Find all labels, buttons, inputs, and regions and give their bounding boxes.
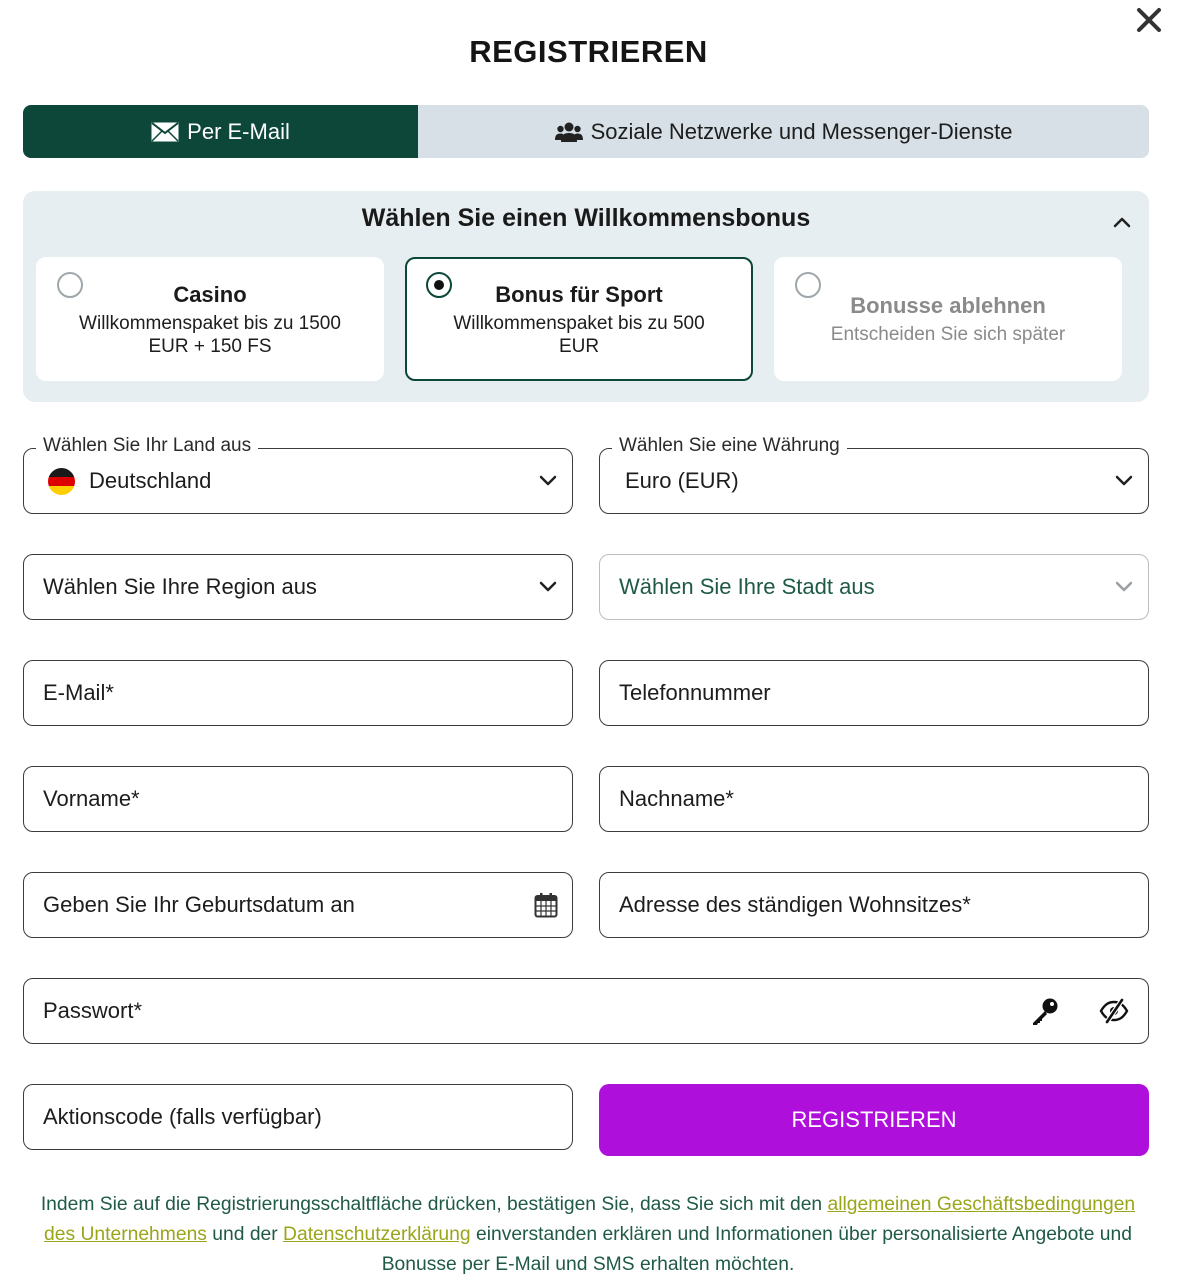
city-placeholder: Wählen Sie Ihre Stadt aus	[619, 574, 875, 599]
radio-sport[interactable]	[426, 272, 452, 298]
tab-email-label: Per E-Mail	[187, 118, 290, 144]
bonus-option-subtitle: Entscheiden Sie sich später	[830, 324, 1066, 345]
register-button[interactable]: REGISTRIEREN	[599, 1084, 1149, 1156]
email-placeholder: E-Mail*	[43, 680, 114, 705]
germany-flag-icon	[48, 467, 75, 495]
tab-social[interactable]: Soziale Netzwerke und Messenger-Dienste	[418, 105, 1149, 158]
tab-social-label: Soziale Netzwerke und Messenger-Dienste	[590, 118, 1013, 144]
first-name-placeholder: Vorname*	[43, 786, 140, 811]
promo-code-placeholder: Aktionscode (falls verfügbar)	[43, 1104, 322, 1129]
first-name-field[interactable]: Vorname*	[23, 766, 573, 832]
legal-text-part3: einverstanden erklären und Informationen…	[381, 1224, 1132, 1275]
address-placeholder: Adresse des ständigen Wohnsitzes*	[619, 892, 971, 917]
registration-method-tabs: Per E-Mail Soziale Netzwerke und Messeng…	[23, 105, 1149, 158]
bonus-option-title: Casino	[173, 282, 247, 307]
birthdate-field[interactable]: Geben Sie Ihr Geburtsdatum an	[23, 872, 573, 938]
chevron-down-icon	[1113, 576, 1135, 598]
phone-field[interactable]: Telefonnummer	[599, 660, 1149, 726]
legal-text-part2: und der	[206, 1224, 284, 1245]
last-name-field[interactable]: Nachname*	[599, 766, 1149, 832]
collapse-bonus-button[interactable]	[1109, 209, 1135, 235]
legal-notice: Indem Sie auf die Registrierungsschaltfl…	[23, 1190, 1153, 1280]
radio-decline[interactable]	[795, 272, 821, 298]
privacy-link[interactable]: Datenschutzerklärung	[283, 1224, 471, 1245]
bonus-option-title: Bonus für Sport	[495, 282, 663, 307]
bonus-option-subtitle: Willkommenspaket bis zu 500 EUR	[453, 313, 705, 357]
bonus-option-title: Bonusse ablehnen	[850, 293, 1046, 318]
close-button[interactable]	[1129, 2, 1169, 38]
page-title: REGISTRIEREN	[469, 34, 708, 69]
currency-label: Wählen Sie eine Währung	[612, 435, 847, 457]
country-label: Wählen Sie Ihr Land aus	[36, 435, 259, 457]
eye-slash-icon[interactable]	[1098, 998, 1130, 1024]
chevron-up-icon	[1113, 217, 1131, 228]
key-icon[interactable]	[1030, 996, 1060, 1026]
chevron-down-icon	[537, 576, 559, 598]
radio-selected-dot	[434, 280, 444, 290]
city-select[interactable]: Wählen Sie Ihre Stadt aus	[599, 554, 1149, 620]
bonus-option-casino[interactable]: Casino Willkommenspaket bis zu 1500 EUR …	[36, 257, 384, 381]
currency-select[interactable]: Wählen Sie eine Währung Euro (EUR)	[599, 435, 1149, 514]
birthdate-placeholder: Geben Sie Ihr Geburtsdatum an	[43, 892, 355, 917]
country-select[interactable]: Wählen Sie Ihr Land aus Deutschland	[23, 435, 573, 514]
region-placeholder: Wählen Sie Ihre Region aus	[43, 574, 317, 599]
last-name-placeholder: Nachname*	[619, 786, 734, 811]
calendar-icon[interactable]	[534, 892, 558, 918]
bonus-option-sport[interactable]: Bonus für Sport Willkommenspaket bis zu …	[405, 257, 753, 381]
region-select[interactable]: Wählen Sie Ihre Region aus	[23, 554, 573, 620]
promo-code-field[interactable]: Aktionscode (falls verfügbar)	[23, 1084, 573, 1150]
chevron-down-icon	[1113, 470, 1135, 492]
radio-casino[interactable]	[57, 272, 83, 298]
country-value: Deutschland	[89, 468, 212, 493]
phone-placeholder: Telefonnummer	[619, 680, 771, 705]
bonus-option-subtitle: Willkommenspaket bis zu 1500 EUR + 150 F…	[79, 313, 341, 357]
currency-value: Euro (EUR)	[625, 468, 739, 493]
tab-email[interactable]: Per E-Mail	[23, 105, 418, 158]
users-icon	[554, 122, 583, 142]
welcome-bonus-panel: Wählen Sie einen Willkommensbonus Casino…	[23, 191, 1149, 402]
bonus-option-decline[interactable]: Bonusse ablehnen Entscheiden Sie sich sp…	[774, 257, 1122, 381]
close-icon	[1137, 8, 1161, 32]
legal-text-part1: Indem Sie auf die Registrierungsschaltfl…	[40, 1194, 828, 1215]
password-placeholder: Passwort*	[43, 998, 143, 1023]
chevron-down-icon	[537, 470, 559, 492]
envelope-icon	[151, 121, 179, 142]
welcome-bonus-title: Wählen Sie einen Willkommensbonus	[361, 204, 811, 232]
password-field[interactable]: Passwort*	[23, 978, 1149, 1044]
address-field[interactable]: Adresse des ständigen Wohnsitzes*	[599, 872, 1149, 938]
email-field[interactable]: E-Mail*	[23, 660, 573, 726]
